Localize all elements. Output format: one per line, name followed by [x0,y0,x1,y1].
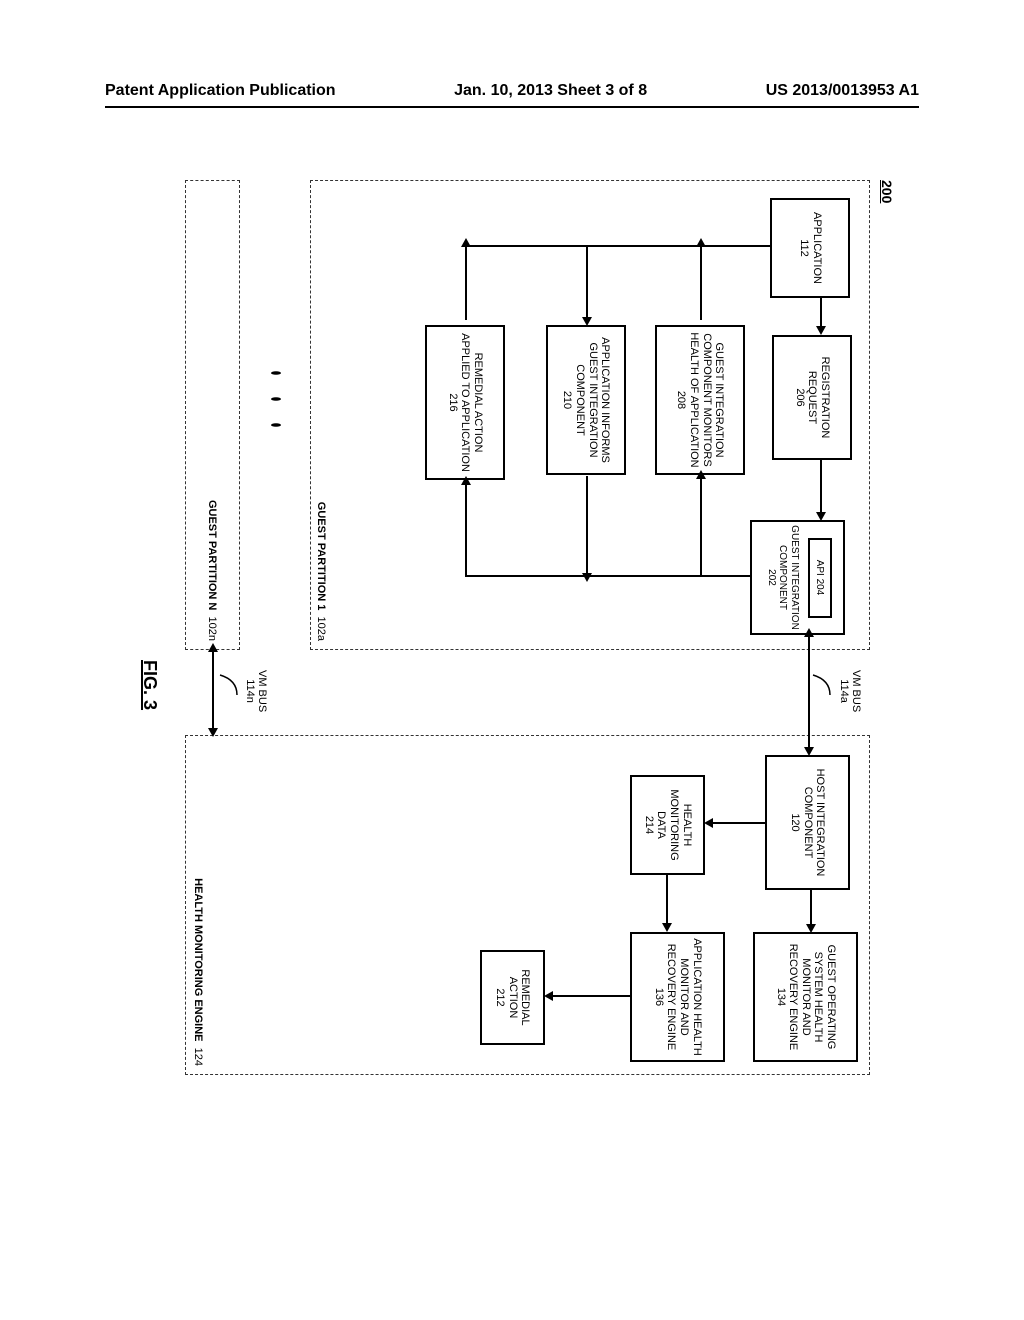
arrow [550,995,630,997]
arrow [810,890,812,927]
arrowhead [208,643,218,652]
arrow [465,245,467,320]
arrow [820,298,822,328]
arrowhead [461,476,471,485]
arrowhead [704,818,713,828]
arrowhead [662,923,672,932]
health-data-box: HEALTH MONITORING DATA 214 [630,775,705,875]
gic-monitors-box: GUEST INTEGRATION COMPONENT MONITORS HEA… [655,325,745,475]
arrowhead [696,238,706,247]
arrow [465,245,770,247]
arrow [808,635,810,750]
guest-os-monitor-box: GUEST OPERATING SYSTEM HEALTH MONITOR AN… [753,932,858,1062]
host-integration-id: 120 [789,813,802,831]
arrow [465,575,702,577]
header-center: Jan. 10, 2013 Sheet 3 of 8 [454,82,647,100]
guest-partition-1-label: GUEST PARTITION 1 102a [315,502,327,641]
application-box: APPLICATION 112 [770,198,850,298]
header-rule [105,106,919,108]
figure-caption: FIG. 3 [139,660,160,710]
remedial-action-id: 212 [494,988,507,1006]
app-health-monitor-id: 136 [652,988,665,1006]
arrow [700,476,702,576]
remedial-applied-label: REMEDIAL ACTION APPLIED TO APPLICATION [459,329,484,476]
arrow [586,245,588,320]
header-left: Patent Application Publication [105,82,336,100]
figure-3: 200 GUEST PARTITION 1 102a GUEST PARTITI… [130,180,880,1080]
remedial-applied-id: 216 [446,393,459,411]
application-id: 112 [797,239,810,257]
gic-monitors-id: 208 [675,391,688,409]
app-informs-box: APPLICATION INFORMS GUEST INTEGRATION CO… [546,325,626,475]
health-data-label: HEALTH MONITORING DATA [655,779,693,871]
arrow [700,245,702,320]
health-data-id: 214 [642,816,655,834]
registration-request-label: REGISTRATION REQUEST [806,339,831,456]
arrow [710,822,765,824]
remedial-action-label: REMEDIAL ACTION [506,954,531,1041]
guest-partition-n-label: GUEST PARTITION N 102n [207,500,219,641]
api-box: API 204 [808,538,832,618]
arrowhead [582,317,592,326]
arrow [666,875,668,925]
arrowhead [806,924,816,933]
guest-partition-n: GUEST PARTITION N 102n [185,180,240,650]
guest-os-monitor-label: GUEST OPERATING SYSTEM HEALTH MONITOR AN… [787,936,838,1058]
arrowhead [804,628,814,637]
page-header: Patent Application Publication Jan. 10, … [105,82,919,106]
arrowhead [461,238,471,247]
arrow [586,476,588,576]
arrow [212,650,214,732]
arrowhead [816,512,826,521]
arrowhead [804,747,814,756]
arrow [702,575,750,577]
arrowhead [208,728,218,737]
registration-request-id: 206 [793,388,806,406]
arrow [820,460,822,515]
host-integration-label: HOST INTEGRATION COMPONENT [801,759,826,886]
arrowhead [696,470,706,479]
figure-ref: 200 [879,180,895,203]
application-label: APPLICATION [810,212,823,284]
ellipsis-dots [266,360,284,438]
guest-integration-component-box: API 204 GUEST INTEGRATION COMPONENT 202 [750,520,845,635]
registration-request-box: REGISTRATION REQUEST 206 [772,335,852,460]
header-right: US 2013/0013953 A1 [766,82,919,100]
guest-os-monitor-id: 134 [774,988,787,1006]
health-engine-label: HEALTH MONITORING ENGINE 124 [192,878,204,1066]
vmbus-n-label: VM BUS114n [244,670,268,712]
app-informs-label: APPLICATION INFORMS GUEST INTEGRATION CO… [573,329,611,471]
gic-monitors-label: GUEST INTEGRATION COMPONENT MONITORS HEA… [687,329,725,471]
arrowhead [816,326,826,335]
arrow [465,482,467,577]
app-health-monitor-label: APPLICATION HEALTH MONITOR AND RECOVERY … [665,936,703,1058]
vmbus-a-label: VM BUS114a [838,670,862,712]
arrowhead [544,991,553,1001]
remedial-action-box: REMEDIAL ACTION 212 [480,950,545,1045]
guest-integration-label: GUEST INTEGRATION COMPONENT 202 [765,524,800,631]
app-informs-id: 210 [561,391,574,409]
vmbus-n-curve [212,655,242,725]
app-health-monitor-box: APPLICATION HEALTH MONITOR AND RECOVERY … [630,932,725,1062]
host-integration-box: HOST INTEGRATION COMPONENT 120 [765,755,850,890]
remedial-applied-box: REMEDIAL ACTION APPLIED TO APPLICATION 2… [425,325,505,480]
